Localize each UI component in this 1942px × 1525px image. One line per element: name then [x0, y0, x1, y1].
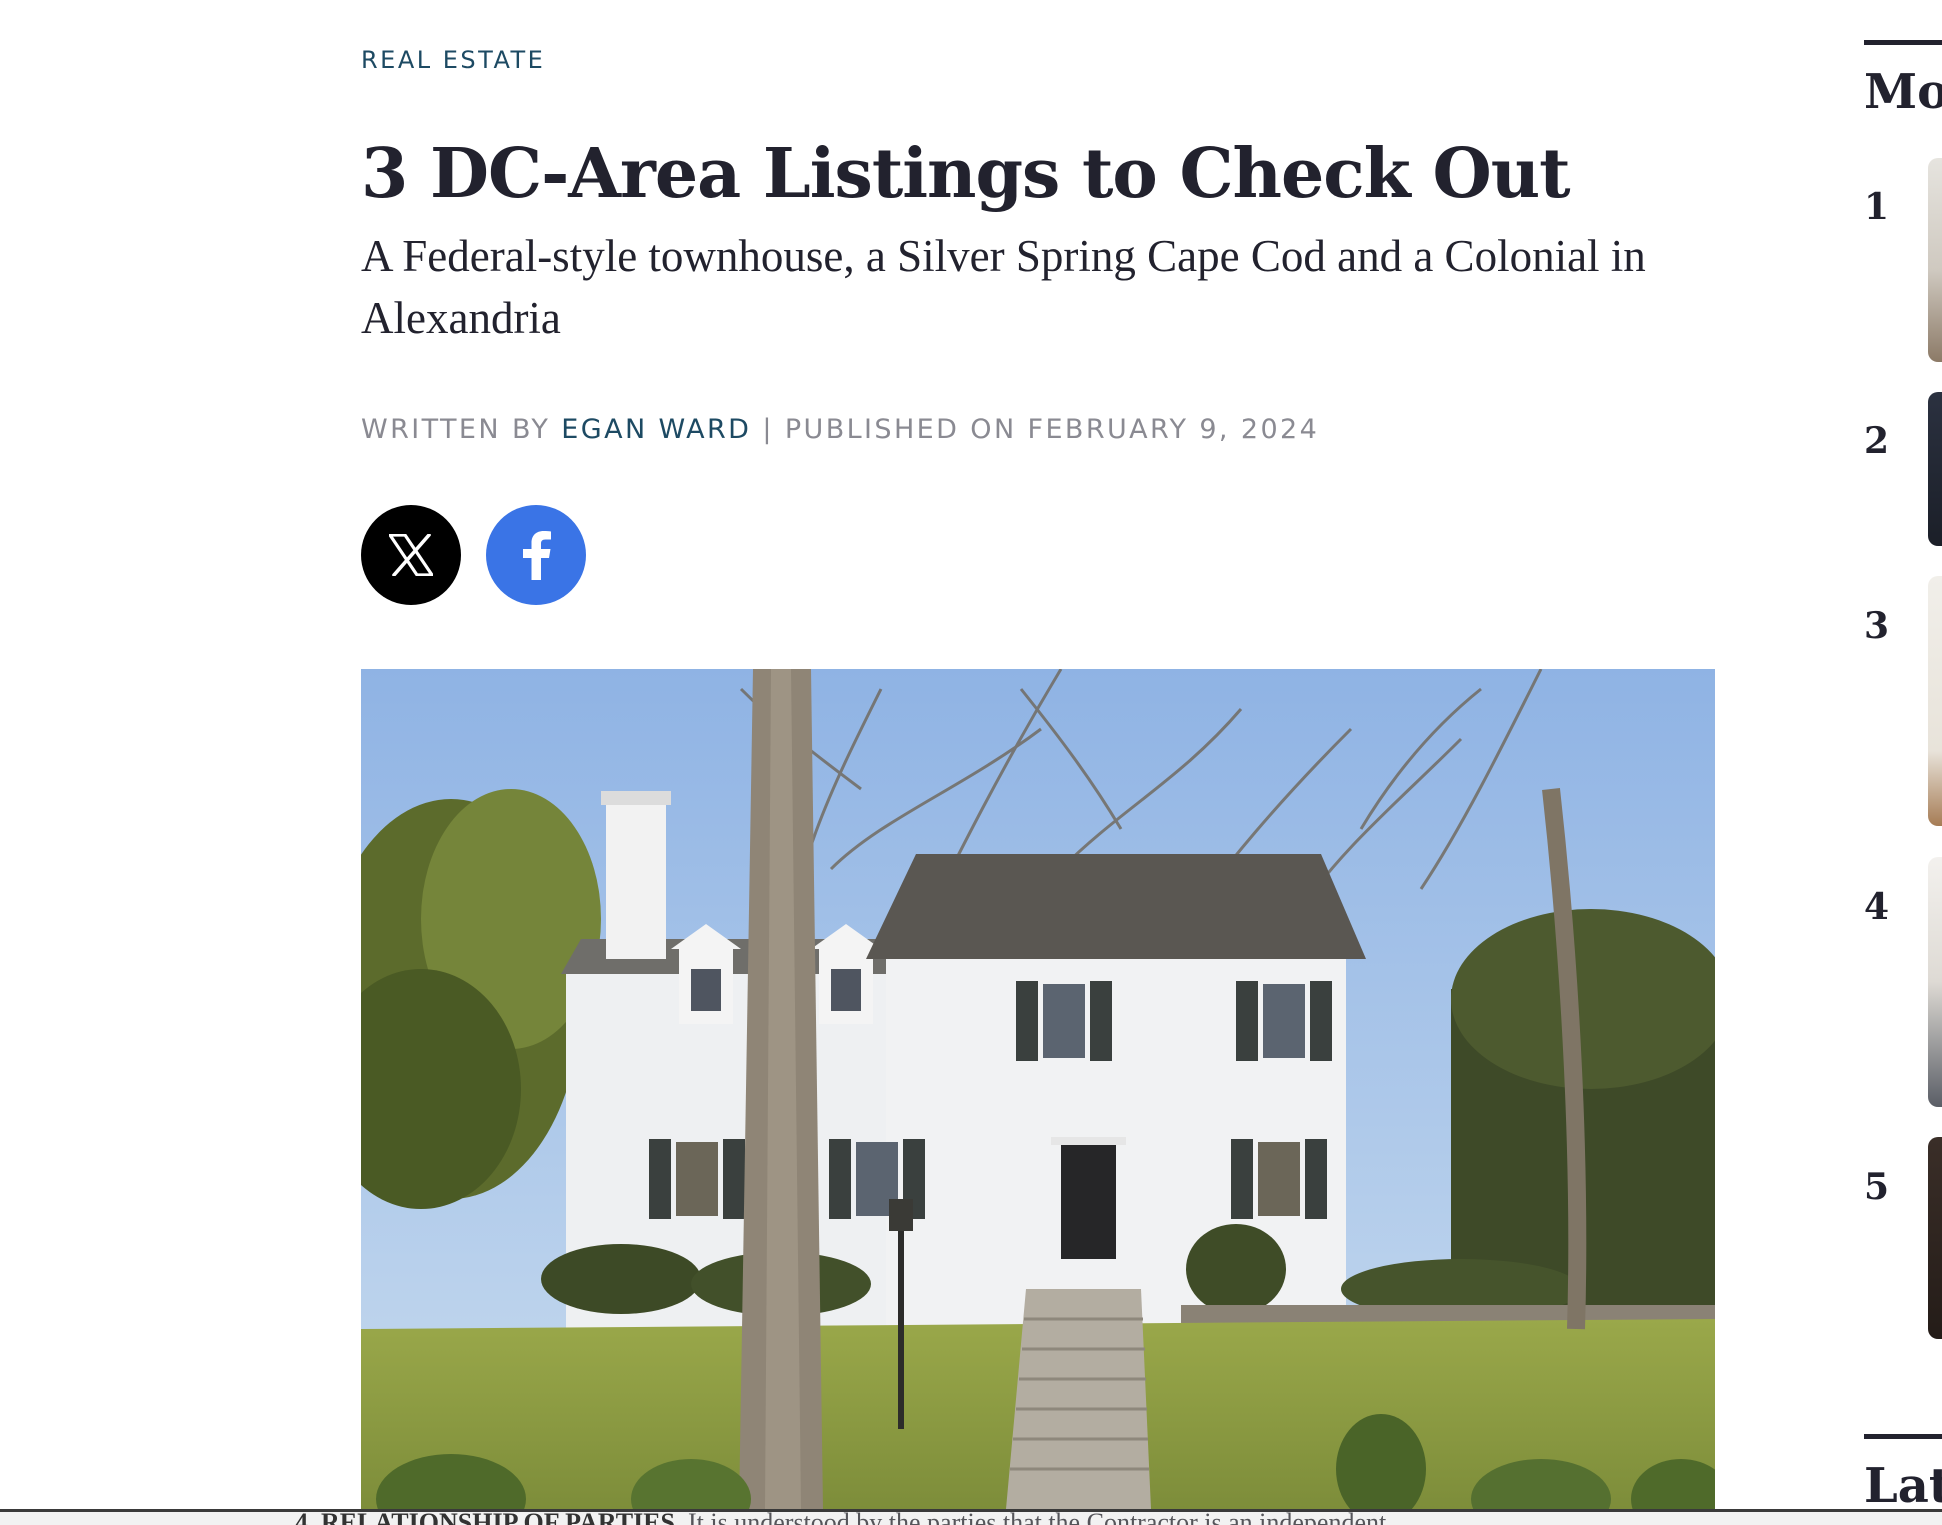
publish-date: FEBRUARY 9, 2024 [1027, 414, 1320, 445]
latest-heading: Lat [1864, 1458, 1942, 1514]
published-label: PUBLISHED ON [784, 414, 1017, 445]
page-title: 3 DC-Area Listings to Check Out [361, 134, 1571, 214]
category-link[interactable]: REAL ESTATE [361, 46, 545, 74]
house-photo [361, 669, 1715, 1509]
author-link[interactable]: EGAN WARD [561, 414, 751, 445]
popular-rank-5: 5 [1864, 1166, 1890, 1208]
share-buttons [361, 505, 586, 605]
byline-separator: | [762, 414, 774, 445]
bottom-overlay-text: 4. RELATIONSHIP OF PARTIES. It is unders… [295, 1509, 1387, 1525]
popular-thumbnail-1[interactable] [1928, 158, 1942, 362]
share-x-button[interactable] [361, 505, 461, 605]
popular-rank-1: 1 [1864, 186, 1890, 228]
popular-thumbnail-2[interactable] [1928, 392, 1942, 546]
most-popular-heading: Mo [1864, 64, 1942, 120]
share-facebook-button[interactable] [486, 505, 586, 605]
facebook-logo-icon [523, 531, 551, 580]
article-subtitle: A Federal-style townhouse, a Silver Spri… [361, 231, 1646, 343]
latest-rule [1864, 1434, 1942, 1439]
x-logo-icon [389, 534, 433, 576]
overlay-bold-text: 4. RELATIONSHIP OF PARTIES. [295, 1509, 682, 1525]
overlay-body-text: It is understood by the parties that the… [681, 1509, 1387, 1525]
written-by-label: WRITTEN BY [361, 414, 551, 445]
popular-thumbnail-4[interactable] [1928, 857, 1942, 1107]
popular-rank-2: 2 [1864, 420, 1890, 462]
popular-thumbnail-5[interactable] [1928, 1137, 1942, 1339]
popular-rank-4: 4 [1864, 886, 1890, 928]
hero-image [361, 669, 1715, 1509]
sidebar: Mo 1 2 3 4 5 Lat [1864, 0, 1942, 1525]
popular-thumbnail-3[interactable] [1928, 576, 1942, 826]
bottom-overlay-bar: 4. RELATIONSHIP OF PARTIES. It is unders… [0, 1509, 1942, 1525]
most-popular-rule [1864, 40, 1942, 45]
popular-rank-3: 3 [1864, 605, 1890, 647]
byline: WRITTEN BY EGAN WARD | PUBLISHED ON FEBR… [361, 414, 1319, 445]
